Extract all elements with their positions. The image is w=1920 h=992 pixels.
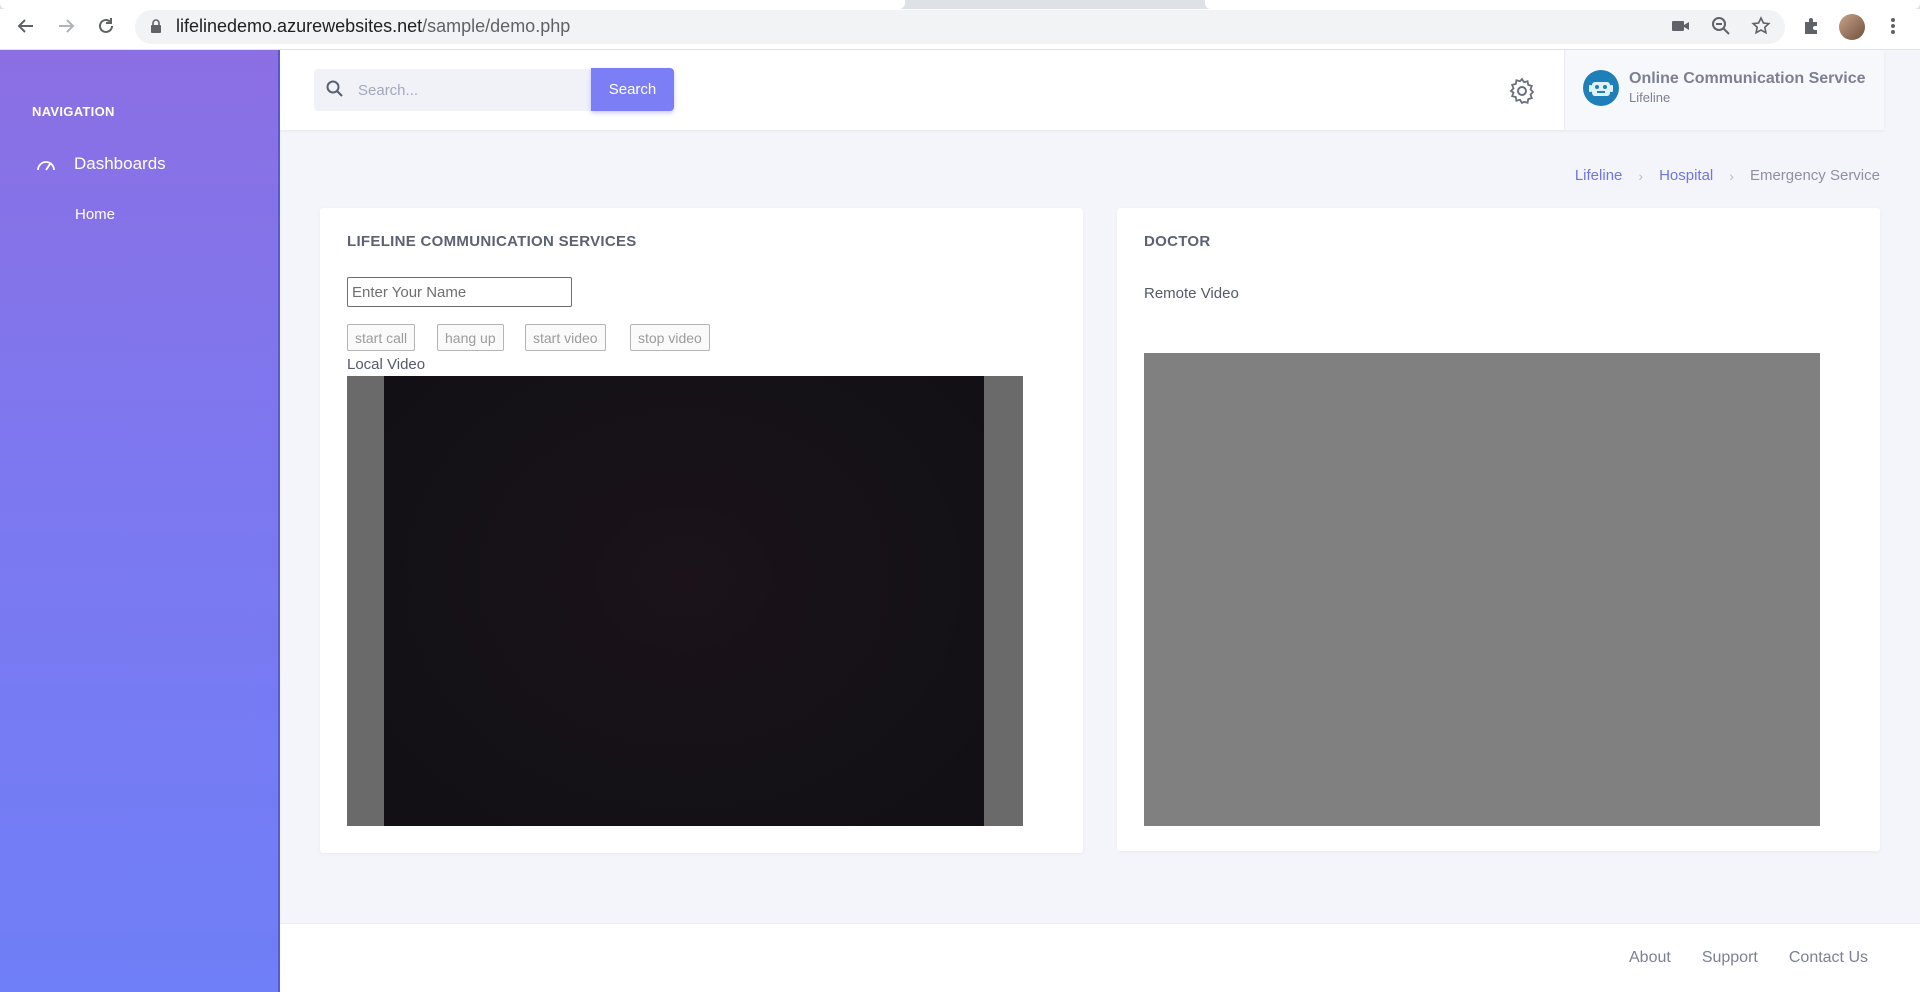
stop-video-button[interactable]: stop video bbox=[630, 324, 710, 351]
sidebar-item-label: Dashboards bbox=[74, 154, 166, 173]
camera-icon[interactable] bbox=[1670, 15, 1692, 37]
top-header: Search Online Communication Service Life… bbox=[280, 50, 1884, 130]
profile-title: Online Communication Service bbox=[1629, 70, 1866, 87]
back-icon[interactable] bbox=[14, 14, 38, 38]
nav-heading: NAVIGATION bbox=[32, 104, 115, 119]
breadcrumb: Lifeline › Hospital › Emergency Service bbox=[1575, 167, 1880, 184]
sidebar: NAVIGATION Dashboards Home bbox=[0, 50, 280, 992]
hang-up-button[interactable]: hang up bbox=[437, 324, 504, 351]
breadcrumb-item-hospital[interactable]: Hospital bbox=[1659, 167, 1713, 184]
browser-tab[interactable] bbox=[0, 0, 905, 9]
kebab-menu-icon[interactable] bbox=[1882, 15, 1904, 37]
profile-avatar[interactable] bbox=[1839, 14, 1865, 40]
zoom-icon[interactable] bbox=[1710, 15, 1732, 37]
tab-strip bbox=[0, 0, 1920, 9]
search-input[interactable] bbox=[358, 70, 588, 110]
reload-icon[interactable] bbox=[94, 14, 118, 38]
browser-tab[interactable] bbox=[1205, 0, 1920, 9]
local-video-frame bbox=[384, 376, 984, 826]
footer-link-about[interactable]: About bbox=[1629, 949, 1671, 967]
footer: About Support Contact Us bbox=[280, 923, 1920, 992]
footer-link-support[interactable]: Support bbox=[1702, 949, 1758, 967]
footer-link-contact[interactable]: Contact Us bbox=[1789, 949, 1868, 967]
breadcrumb-item-lifeline[interactable]: Lifeline bbox=[1575, 167, 1623, 184]
service-logo bbox=[1583, 70, 1619, 106]
sidebar-subitem-home[interactable]: Home bbox=[75, 206, 115, 223]
extensions-icon[interactable] bbox=[1800, 15, 1822, 37]
local-video-card: LIFELINE COMMUNICATION SERVICES start ca… bbox=[320, 208, 1083, 853]
chevron-right-icon: › bbox=[1638, 167, 1644, 184]
profile-subtitle: Lifeline bbox=[1629, 90, 1671, 105]
local-video-label: Local Video bbox=[347, 356, 426, 373]
lock-icon bbox=[150, 19, 162, 33]
url-text[interactable]: lifelinedemo.azurewebsites.net/sample/de… bbox=[176, 16, 570, 37]
remote-video-label: Remote Video bbox=[1144, 285, 1239, 302]
card-title: DOCTOR bbox=[1144, 233, 1211, 250]
local-video bbox=[347, 376, 1023, 826]
profile-panel[interactable]: Online Communication Service Lifeline bbox=[1564, 50, 1884, 130]
remote-video bbox=[1144, 353, 1820, 826]
start-video-button[interactable]: start video bbox=[525, 324, 606, 351]
gauge-icon bbox=[37, 161, 55, 171]
gear-icon[interactable] bbox=[1508, 77, 1536, 105]
search-icon bbox=[326, 80, 343, 97]
sidebar-item-dashboards[interactable]: Dashboards bbox=[36, 154, 166, 174]
start-call-button[interactable]: start call bbox=[347, 324, 416, 351]
url-host: lifelinedemo.azurewebsites.net bbox=[176, 16, 423, 36]
star-icon[interactable] bbox=[1750, 15, 1772, 37]
footer-links: About Support Contact Us bbox=[1629, 949, 1868, 967]
url-path: /sample/demo.php bbox=[422, 16, 571, 36]
remote-video-card: DOCTOR Remote Video bbox=[1117, 208, 1880, 851]
breadcrumb-current: Emergency Service bbox=[1749, 167, 1880, 184]
chevron-right-icon: › bbox=[1729, 167, 1734, 184]
card-title: LIFELINE COMMUNICATION SERVICES bbox=[347, 233, 637, 250]
name-field[interactable] bbox=[347, 277, 572, 307]
browser-toolbar: lifelinedemo.azurewebsites.net/sample/de… bbox=[0, 0, 1920, 50]
forward-icon[interactable] bbox=[54, 14, 78, 38]
search-button[interactable]: Search bbox=[591, 68, 674, 111]
